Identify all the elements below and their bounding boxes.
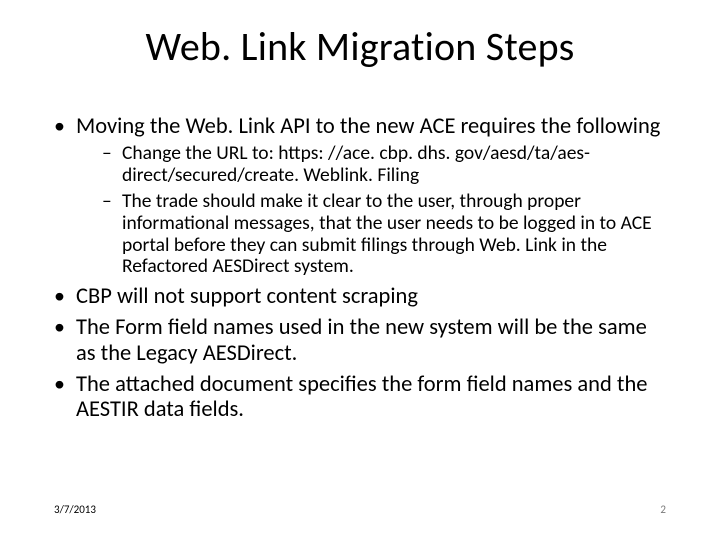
slide: Web. Link Migration Steps Moving the Web… [0,0,720,540]
bullet-text: The attached document specifies the form… [76,371,647,423]
footer-page-number: 2 [660,503,666,516]
bullet-item: Moving the Web. Link API to the new ACE … [54,114,670,278]
slide-title: Web. Link Migration Steps [0,22,720,71]
bullet-item: CBP will not support content scraping [54,284,670,309]
sub-bullet-list: Change the URL to: https: //ace. cbp. dh… [76,143,670,278]
bullet-item: The attached document specifies the form… [54,372,670,422]
sub-bullet-text: Change the URL to: https: //ace. cbp. dh… [122,141,590,187]
footer-date: 3/7/2013 [54,503,96,516]
bullet-text: The Form field names used in the new sys… [76,314,647,366]
sub-bullet-text: The trade should make it clear to the us… [122,189,652,278]
bullet-list: Moving the Web. Link API to the new ACE … [54,114,670,422]
bullet-text: CBP will not support content scraping [76,283,418,310]
slide-body: Moving the Web. Link API to the new ACE … [54,114,670,428]
bullet-text: Moving the Web. Link API to the new ACE … [76,113,660,140]
bullet-item: The Form field names used in the new sys… [54,315,670,365]
sub-bullet-item: Change the URL to: https: //ace. cbp. dh… [102,143,670,187]
sub-bullet-item: The trade should make it clear to the us… [102,191,670,278]
